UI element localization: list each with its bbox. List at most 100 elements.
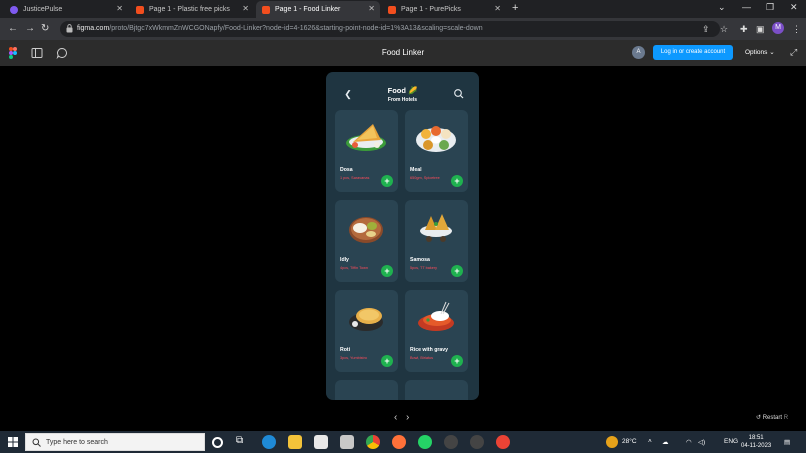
clock-date: 04-11-2023 xyxy=(741,443,772,449)
notifications-icon[interactable]: ▤ xyxy=(784,438,790,446)
tab-plastic-free-picks[interactable]: Page 1 - Plastic free picks ✕ xyxy=(130,1,254,18)
food-card[interactable]: Roti 3pcs, Yumbistro + xyxy=(335,290,398,372)
food-details: Bowl, Biriatus xyxy=(410,356,434,360)
weather-temperature[interactable]: 28°C xyxy=(622,438,637,445)
chrome-profile-icon[interactable] xyxy=(496,435,510,449)
store-icon[interactable] xyxy=(314,435,328,449)
food-card[interactable]: Samosa 5pcs, TT bakery + xyxy=(405,200,468,282)
add-to-cart-button[interactable]: + xyxy=(381,355,393,367)
food-image-partial xyxy=(343,386,390,400)
samosa-image xyxy=(420,214,452,242)
chrome-profile-icon[interactable] xyxy=(470,435,484,449)
food-card[interactable]: Rice with gravy Bowl, Biriatus + xyxy=(405,290,468,372)
add-to-cart-button[interactable]: + xyxy=(381,175,393,187)
food-details: 4pcs, Tiffin Town xyxy=(340,266,368,270)
window-close-icon[interactable]: ✕ xyxy=(790,2,798,13)
restart-label: Restart xyxy=(762,415,783,421)
tab-purepicks[interactable]: Page 1 - PurePicks ✕ xyxy=(382,1,506,18)
idly-image xyxy=(349,217,383,243)
new-tab-icon[interactable]: + xyxy=(512,2,518,14)
mail-icon[interactable] xyxy=(340,435,354,449)
chrome-profile-icon[interactable] xyxy=(444,435,458,449)
close-icon[interactable]: ✕ xyxy=(368,5,375,13)
restart-button[interactable]: ↺ Restart R xyxy=(756,414,788,421)
fullscreen-icon[interactable]: ⤢ xyxy=(790,47,797,58)
tab-title: Page 1 - PurePicks xyxy=(401,6,461,13)
login-button[interactable]: Log in or create account xyxy=(653,45,733,60)
back-arrow-icon[interactable]: ← xyxy=(8,23,18,34)
clock[interactable]: 18:51 04-11-2023 xyxy=(741,434,771,450)
food-name: Roti xyxy=(340,347,351,353)
minimize-icon[interactable]: — xyxy=(742,2,751,12)
address-bar[interactable]: figma.com/proto/Bjtgc7xWkmmZnWCGONapfy/F… xyxy=(60,21,720,37)
next-frame-button[interactable]: › xyxy=(406,412,409,423)
restart-shortcut-icon: R xyxy=(783,415,789,421)
volume-icon[interactable]: ◁) xyxy=(698,438,705,446)
food-name: Meal xyxy=(410,167,422,173)
food-card-partial[interactable] xyxy=(335,380,398,400)
food-card[interactable]: Meal 650gm, Spicetree + xyxy=(405,110,468,192)
add-to-cart-button[interactable]: + xyxy=(451,175,463,187)
chevron-up-icon[interactable]: ˄ xyxy=(648,438,652,445)
food-name: Samosa xyxy=(410,257,430,263)
page-title-text: Food xyxy=(387,86,406,95)
tab-food-linker[interactable]: Page 1 - Food Linker ✕ xyxy=(256,1,380,18)
chrome-icon[interactable] xyxy=(366,435,380,449)
tab-bar: JusticePulse ✕ Page 1 - Plastic free pic… xyxy=(0,0,806,18)
figma-favicon-icon xyxy=(136,5,144,14)
cortana-icon[interactable] xyxy=(212,437,223,448)
figma-toolbar: Food Linker A Log in or create account O… xyxy=(0,40,806,66)
food-card-partial[interactable] xyxy=(405,380,468,400)
whatsapp-icon[interactable] xyxy=(418,435,432,449)
wifi-icon[interactable]: ◠ xyxy=(686,438,692,446)
restore-icon[interactable]: ❐ xyxy=(766,2,774,13)
food-card[interactable]: Dosa 1 pcs, Saravanas + xyxy=(335,110,398,192)
network-icon[interactable]: ☁ xyxy=(662,438,669,446)
language-indicator[interactable]: ENG xyxy=(724,438,738,445)
firefox-icon[interactable] xyxy=(392,435,406,449)
profile-avatar[interactable]: M xyxy=(772,22,784,34)
food-image-partial xyxy=(413,386,460,400)
search-placeholder: Type here to search xyxy=(46,439,108,446)
food-name: Dosa xyxy=(340,167,353,173)
address-row: ← → ↻ figma.com/proto/Bjtgc7xWkmmZnWCGON… xyxy=(0,18,806,40)
close-icon[interactable]: ✕ xyxy=(494,5,501,13)
windows-taskbar: Type here to search ⧉ 28°C ˄ ☁ ◠ ◁) ENG … xyxy=(0,431,806,453)
food-card[interactable]: Idly 4pcs, Tiffin Town + xyxy=(335,200,398,282)
tab-title: Page 1 - Food Linker xyxy=(275,6,341,13)
edge-icon[interactable] xyxy=(262,435,276,449)
food-details: 1 pcs, Saravanas xyxy=(340,176,370,180)
tab-justicepulse[interactable]: JusticePulse ✕ xyxy=(4,1,128,18)
tab-title: Page 1 - Plastic free picks xyxy=(149,6,230,13)
windows-start-icon[interactable] xyxy=(8,437,18,447)
tab-title: JusticePulse xyxy=(23,6,63,13)
add-to-cart-button[interactable]: + xyxy=(451,265,463,277)
chevron-down-icon[interactable]: ⌄ xyxy=(718,2,726,13)
close-icon[interactable]: ✕ xyxy=(116,5,123,13)
options-dropdown[interactable]: Options ⌄ xyxy=(745,48,775,56)
menu-kebab-icon[interactable]: ⋮ xyxy=(792,24,801,35)
share-icon[interactable]: ⇪ xyxy=(702,24,710,35)
phone-frame: ❮ Food 🌽 From Hotels Dosa 1 pcs, Saravan xyxy=(326,72,479,400)
food-details: 5pcs, TT bakery xyxy=(410,266,438,270)
task-view-icon[interactable]: ⧉ xyxy=(236,435,250,449)
corn-icon: 🌽 xyxy=(408,86,418,95)
extensions-icon[interactable]: ✚ xyxy=(740,24,748,35)
rice-with-gravy-image xyxy=(418,301,454,331)
roti-image xyxy=(349,308,383,331)
add-to-cart-button[interactable]: + xyxy=(381,265,393,277)
clock-time: 18:51 xyxy=(748,435,764,441)
taskbar-search[interactable]: Type here to search xyxy=(25,433,205,451)
forward-arrow-icon[interactable]: → xyxy=(25,23,35,34)
sidepanel-icon[interactable]: ▣ xyxy=(756,24,765,35)
restart-icon: ↺ xyxy=(756,415,762,421)
star-icon[interactable]: ☆ xyxy=(720,24,728,35)
weather-icon[interactable] xyxy=(606,436,618,448)
file-explorer-icon[interactable] xyxy=(288,435,302,449)
add-to-cart-button[interactable]: + xyxy=(451,355,463,367)
previous-frame-button[interactable]: ‹ xyxy=(394,412,397,423)
reload-icon[interactable]: ↻ xyxy=(41,23,49,34)
close-icon[interactable]: ✕ xyxy=(242,5,249,13)
search-icon[interactable] xyxy=(452,87,466,101)
user-avatar[interactable]: A xyxy=(632,46,645,59)
